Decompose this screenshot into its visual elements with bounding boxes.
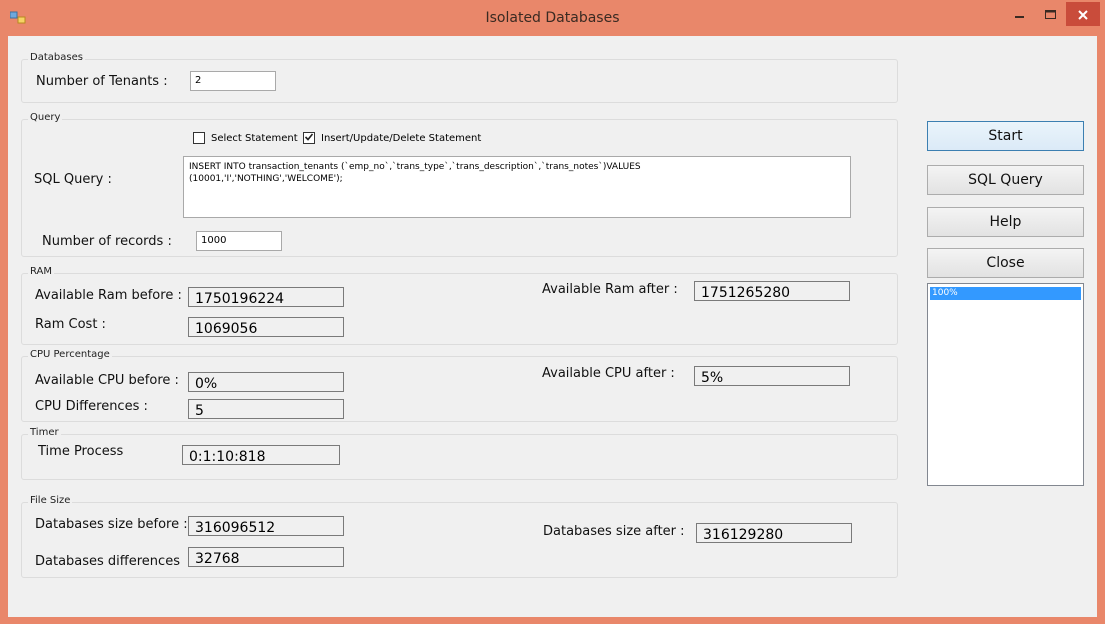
sql-query-textarea[interactable]: INSERT INTO transaction_tenants (`emp_no… [183,156,851,218]
sql-query-button[interactable]: SQL Query [927,165,1084,195]
help-button[interactable]: Help [927,207,1084,237]
ram-legend: RAM [28,266,55,277]
db-differences-value: 32768 [188,547,344,567]
close-window-button[interactable] [1066,2,1100,26]
maximize-button[interactable] [1036,0,1064,28]
ram-before-value: 1750196224 [188,287,344,307]
ram-after-value: 1751265280 [694,281,850,301]
cpu-legend: CPU Percentage [28,349,112,360]
sql-query-label: SQL Query : [34,172,112,187]
tenants-label: Number of Tenants : [36,74,168,89]
cpu-diff-value: 5 [188,399,344,419]
minimize-button[interactable] [1006,0,1034,28]
tenants-input[interactable]: 2 [190,71,276,91]
db-size-after-value: 316129280 [696,523,852,543]
list-item[interactable]: 100% [930,287,1081,300]
time-process-label: Time Process [38,444,124,459]
title-bar[interactable]: Isolated Databases [0,0,1105,36]
ram-group: RAM Available Ram before : 1750196224 Av… [21,266,898,345]
timer-legend: Timer [28,427,61,438]
records-input[interactable]: 1000 [196,231,282,251]
db-size-before-value: 316096512 [188,516,344,536]
progress-listbox[interactable]: 100% [927,283,1084,486]
client-area: Databases Number of Tenants : 2 Query Se… [8,36,1097,617]
app-window: Isolated Databases Databases Number of T… [0,0,1105,624]
ram-cost-value: 1069056 [188,317,344,337]
checkmark-icon [304,132,314,145]
query-group: Query Select Statement Insert/Update/Del… [21,112,898,257]
window-title: Isolated Databases [485,10,620,26]
cpu-after-label: Available CPU after : [542,366,675,381]
minimize-icon [1015,5,1025,24]
cpu-before-label: Available CPU before : [35,373,179,388]
modify-checkbox-box[interactable] [303,132,315,144]
db-size-after-label: Databases size after : [543,524,685,539]
ram-before-label: Available Ram before : [35,288,182,303]
select-statement-label: Select Statement [211,132,298,144]
modify-statement-checkbox[interactable]: Insert/Update/Delete Statement [303,132,481,144]
records-label: Number of records : [42,234,172,249]
maximize-icon [1044,5,1056,24]
cpu-group: CPU Percentage Available CPU before : 0%… [21,349,898,422]
modify-statement-label: Insert/Update/Delete Statement [321,132,482,144]
time-process-value: 0:1:10:818 [182,445,340,465]
cpu-diff-label: CPU Differences : [35,399,148,414]
databases-group: Databases Number of Tenants : 2 [21,52,898,103]
filesize-group: File Size Databases size before : 316096… [21,495,898,578]
timer-group: Timer Time Process 0:1:10:818 [21,427,898,480]
cpu-after-value: 5% [694,366,850,386]
sql-query-line-2: (10001,'I','NOTHING','WELCOME'); [189,174,343,184]
close-icon [1078,5,1088,24]
sql-query-line-1: INSERT INTO transaction_tenants (`emp_no… [189,162,641,172]
select-checkbox-box[interactable] [193,132,205,144]
ram-cost-label: Ram Cost : [35,317,106,332]
databases-legend: Databases [28,52,85,63]
cpu-before-value: 0% [188,372,344,392]
db-differences-label: Databases differences [35,554,180,569]
close-button[interactable]: Close [927,248,1084,278]
ram-after-label: Available Ram after : [542,282,678,297]
select-statement-checkbox[interactable]: Select Statement [193,132,298,144]
db-size-before-label: Databases size before : [35,517,188,532]
start-button[interactable]: Start [927,121,1084,151]
filesize-legend: File Size [28,495,73,506]
query-legend: Query [28,112,63,123]
